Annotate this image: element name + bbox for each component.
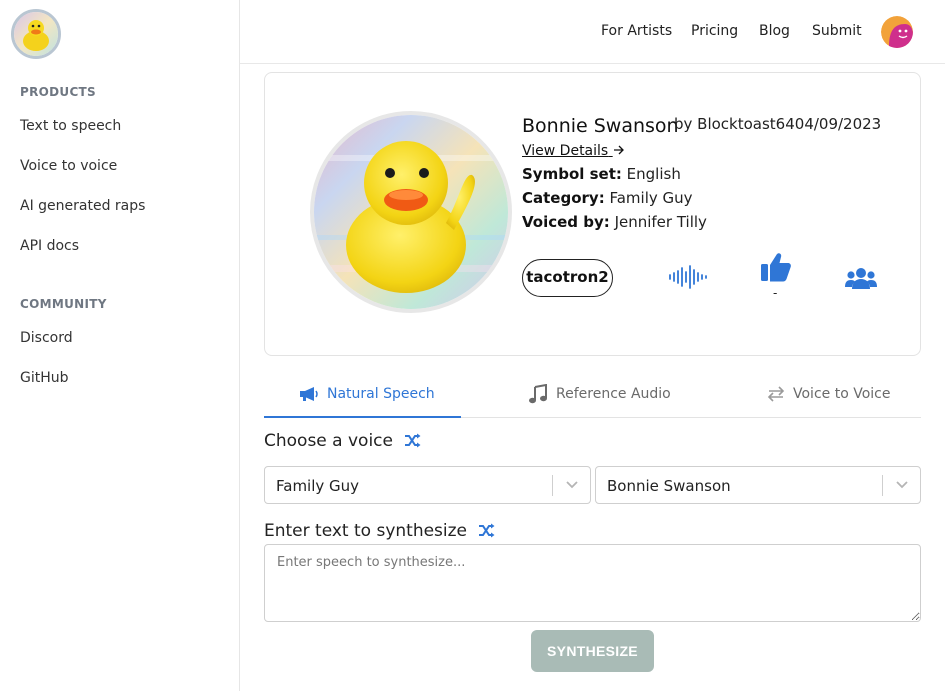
like-count: -: [773, 286, 778, 300]
view-details-label: View Details: [522, 143, 609, 159]
sidebar-item-api-docs[interactable]: API docs: [20, 238, 79, 254]
tab-bar: Natural Speech Reference Audio Voice to …: [264, 370, 921, 418]
top-navbar: For Artists Pricing Blog Submit: [240, 0, 945, 64]
arrow-right-icon: [613, 145, 624, 155]
select-divider: [882, 475, 883, 496]
users-group-icon[interactable]: [845, 267, 877, 293]
select-divider: [552, 475, 553, 496]
view-details-link[interactable]: View Details: [522, 143, 625, 159]
tab-reference-audio[interactable]: Reference Audio: [528, 370, 671, 418]
category-select[interactable]: Family Guy: [264, 466, 591, 504]
synthesize-button[interactable]: SYNTHESIZE: [531, 630, 654, 672]
megaphone-icon: [300, 387, 318, 401]
voice-card: Bonnie Swanson by Blocktoast6404/09/2023…: [264, 72, 921, 356]
voice-avatar-image: [310, 111, 512, 313]
shuffle-text-icon[interactable]: [478, 523, 495, 542]
sidebar-item-github[interactable]: GitHub: [20, 370, 69, 386]
voiced-by-line: Voiced by: Jennifer Tilly: [522, 213, 707, 231]
symbol-set-label: Symbol set:: [522, 165, 622, 183]
symbol-set-line: Symbol set: English: [522, 165, 681, 183]
voiced-by-label: Voiced by:: [522, 213, 610, 231]
chevron-down-icon: [566, 481, 578, 489]
sidebar-item-ai-raps[interactable]: AI generated raps: [20, 198, 145, 214]
sidebar-item-discord[interactable]: Discord: [20, 330, 73, 346]
shuffle-voice-icon[interactable]: [404, 433, 421, 452]
category-value: Family Guy: [609, 189, 693, 207]
community-heading: COMMUNITY: [20, 297, 107, 311]
tab-voice-to-voice[interactable]: Voice to Voice: [767, 370, 890, 418]
choose-voice-label: Choose a voice: [264, 431, 393, 451]
category-label: Category:: [522, 189, 605, 207]
waveform-icon[interactable]: [668, 265, 708, 293]
chevron-down-icon: [896, 481, 908, 489]
speech-text-input[interactable]: [264, 544, 921, 622]
voice-select-value: Bonnie Swanson: [607, 477, 731, 495]
nav-pricing[interactable]: Pricing: [691, 23, 738, 39]
category-select-value: Family Guy: [276, 477, 360, 495]
duck-logo-icon[interactable]: [11, 9, 61, 59]
thumbs-up-icon[interactable]: [760, 251, 792, 287]
voice-select[interactable]: Bonnie Swanson: [595, 466, 921, 504]
voiced-by-value: Jennifer Tilly: [614, 213, 707, 231]
sidebar-item-text-to-speech[interactable]: Text to speech: [20, 118, 121, 134]
enter-text-label: Enter text to synthesize: [264, 521, 468, 541]
tab-natural-speech-label: Natural Speech: [327, 386, 435, 402]
voice-author-date: by Blocktoast6404/09/2023: [674, 115, 882, 133]
nav-for-artists[interactable]: For Artists: [601, 23, 672, 39]
nav-submit[interactable]: Submit: [812, 23, 862, 39]
music-note-icon: [529, 384, 547, 404]
category-line: Category: Family Guy: [522, 189, 693, 207]
tab-reference-audio-label: Reference Audio: [556, 386, 671, 402]
model-badge: tacotron2: [522, 259, 613, 297]
user-avatar-icon[interactable]: [881, 16, 913, 48]
products-heading: PRODUCTS: [20, 85, 96, 99]
nav-blog[interactable]: Blog: [759, 23, 790, 39]
tab-voice-to-voice-label: Voice to Voice: [793, 386, 891, 402]
voice-name: Bonnie Swanson: [522, 115, 679, 137]
active-tab-indicator: [264, 416, 461, 418]
symbol-set-value: English: [626, 165, 681, 183]
sidebar-item-voice-to-voice[interactable]: Voice to voice: [20, 158, 117, 174]
tab-natural-speech[interactable]: Natural Speech: [299, 370, 435, 418]
sidebar: PRODUCTS Text to speech Voice to voice A…: [0, 0, 240, 691]
swap-arrows-icon: [767, 386, 785, 402]
